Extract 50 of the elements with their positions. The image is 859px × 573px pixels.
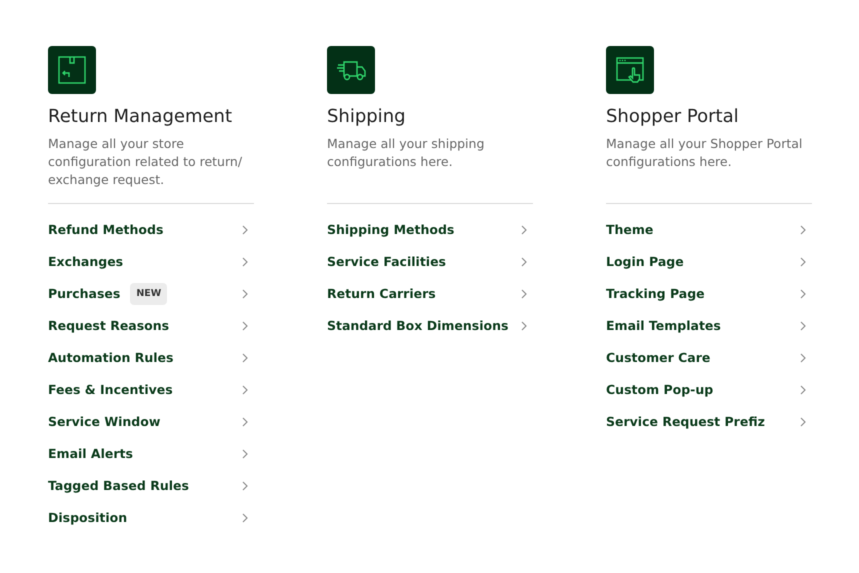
chevron-right-icon — [242, 321, 248, 331]
settings-link[interactable]: Tagged Based Rules — [48, 470, 254, 502]
chevron-right-icon — [800, 321, 806, 331]
settings-link[interactable]: Service Request Prefiz — [606, 406, 812, 438]
chevron-right-icon — [521, 321, 527, 331]
settings-link[interactable]: Request Reasons — [48, 310, 254, 342]
chevron-right-icon — [521, 289, 527, 299]
new-badge: NEW — [130, 282, 168, 306]
chevron-right-icon — [242, 417, 248, 427]
chevron-right-icon — [521, 225, 527, 235]
chevron-right-icon — [800, 257, 806, 267]
settings-link[interactable]: Service Window — [48, 406, 254, 438]
settings-link[interactable]: Return Carriers — [327, 278, 533, 310]
settings-link[interactable]: Custom Pop-up — [606, 374, 812, 406]
settings-link[interactable]: Email Alerts — [48, 438, 254, 470]
settings-link[interactable]: Customer Care — [606, 342, 812, 374]
box-icon — [56, 54, 88, 86]
settings-link[interactable]: Shipping Methods — [327, 214, 533, 246]
settings-link[interactable]: Theme — [606, 214, 812, 246]
chevron-right-icon — [242, 225, 248, 235]
settings-link[interactable]: Standard Box Dimensions — [327, 310, 533, 342]
settings-link[interactable]: Exchanges — [48, 246, 254, 278]
settings-link[interactable]: Tracking Page — [606, 278, 812, 310]
chevron-right-icon — [242, 385, 248, 395]
chevron-right-icon — [800, 385, 806, 395]
section-description: Manage all your shipping configurations here. — [327, 135, 486, 171]
settings-link[interactable]: Refund Methods — [48, 214, 254, 246]
chevron-right-icon — [800, 353, 806, 363]
chevron-right-icon — [800, 225, 806, 235]
settings-link[interactable]: Email Templates — [606, 310, 812, 342]
chevron-right-icon — [242, 513, 248, 523]
settings-link[interactable]: Fees & Incentives — [48, 374, 254, 406]
chevron-right-icon — [521, 257, 527, 267]
section-title: Shipping — [327, 105, 407, 129]
chevron-right-icon — [242, 257, 248, 267]
section-description: Manage all your store configuration related to return/ exchange request. — [48, 135, 244, 189]
settings-link[interactable]: Automation Rules — [48, 342, 254, 374]
chevron-right-icon — [800, 289, 806, 299]
section-description: Manage all your Shopper Portal configurations here. — [606, 135, 804, 171]
chevron-right-icon — [242, 353, 248, 363]
chevron-right-icon — [242, 481, 248, 491]
chevron-right-icon — [242, 449, 248, 459]
chevron-right-icon — [242, 289, 248, 299]
chevron-right-icon — [800, 417, 806, 427]
settings-link[interactable]: Disposition — [48, 502, 254, 534]
section-title: Shopper Portal — [606, 105, 740, 129]
settings-link[interactable]: Purchases NEW — [48, 278, 254, 310]
section-title: Return Management — [48, 105, 234, 129]
settings-link[interactable]: Service Facilities — [327, 246, 533, 278]
settings-link[interactable]: Login Page — [606, 246, 812, 278]
